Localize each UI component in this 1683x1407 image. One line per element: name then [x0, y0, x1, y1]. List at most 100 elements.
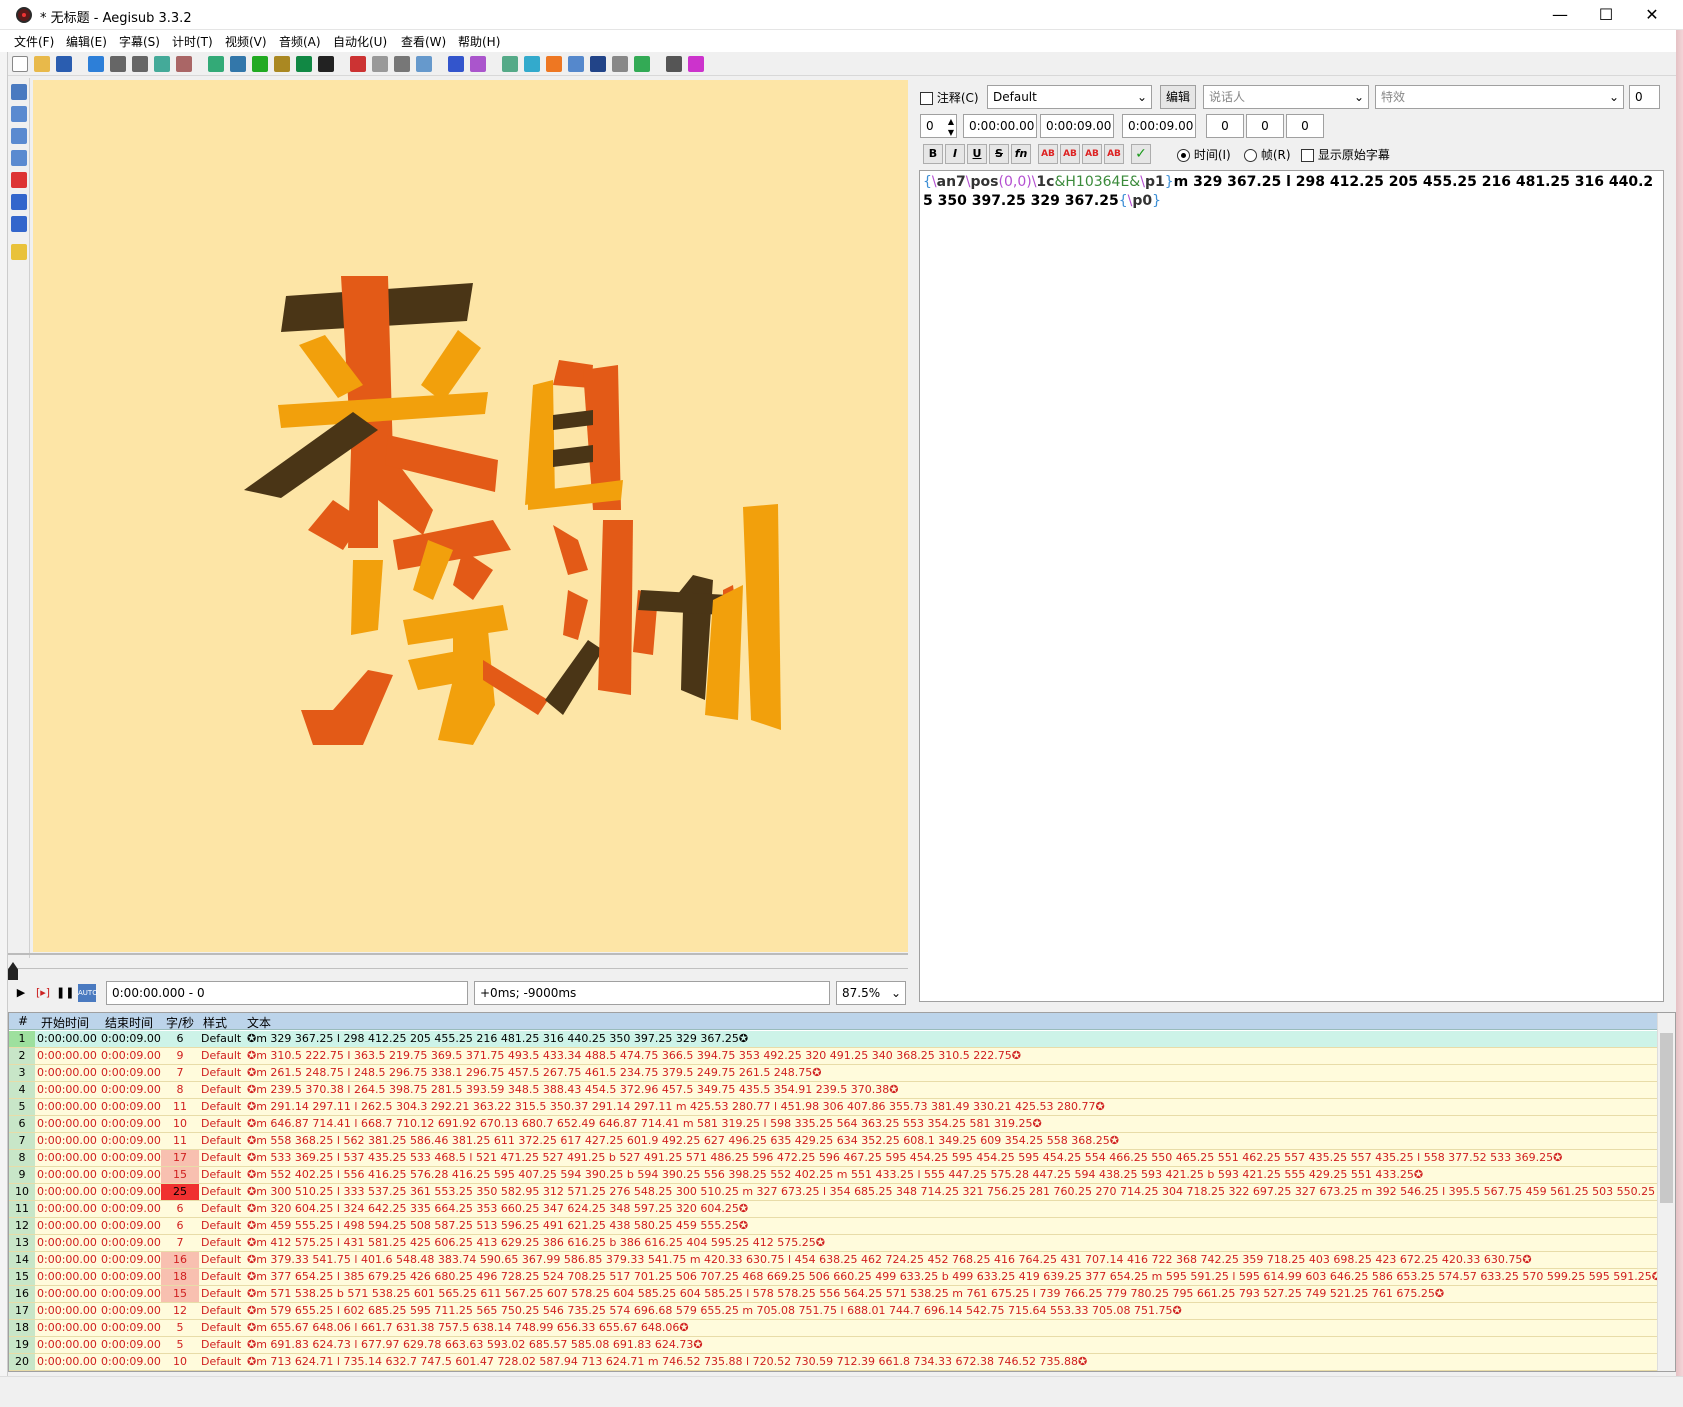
frame-radio[interactable]: 帧(R): [1244, 146, 1291, 163]
video-seek-track[interactable]: [8, 968, 908, 969]
table-row[interactable]: 8 0:00:00.00 0:00:09.00 17 Default ✪m 533 369…: [9, 1150, 1657, 1167]
actor-input[interactable]: 说话人 ⌄: [1203, 85, 1369, 109]
commit-button[interactable]: ✓: [1131, 144, 1151, 164]
video-details-icon[interactable]: [176, 56, 192, 72]
primary-color-button[interactable]: AB: [1038, 144, 1058, 164]
outline-color-button[interactable]: AB: [1082, 144, 1102, 164]
tag-icon[interactable]: [688, 56, 704, 72]
shadow-color-button[interactable]: AB: [1104, 144, 1124, 164]
drag-tool-icon[interactable]: [11, 106, 27, 122]
col-style-header[interactable]: 样式: [203, 1014, 227, 1031]
col-number-header[interactable]: #: [18, 1014, 28, 1028]
translation-icon[interactable]: [318, 56, 334, 72]
check-icon[interactable]: [634, 56, 650, 72]
find-icon[interactable]: [372, 56, 388, 72]
open-file-icon[interactable]: [34, 56, 50, 72]
effect-input[interactable]: 特效 ⌄: [1375, 85, 1624, 109]
video-snapshot-icon[interactable]: [154, 56, 170, 72]
zoom-out-icon[interactable]: [132, 56, 148, 72]
new-file-icon[interactable]: [12, 56, 28, 72]
menu-file[interactable]: 文件(F): [14, 33, 54, 50]
subtitle-grid[interactable]: # 开始时间 结束时间 字/秒 样式 文本 1 0:00:00.00 0:00:09…: [8, 1012, 1676, 1372]
maximize-button[interactable]: ☐: [1583, 0, 1629, 30]
menu-audio[interactable]: 音频(A): [279, 33, 321, 50]
rotate-z-icon[interactable]: [11, 128, 27, 144]
comment-checkbox[interactable]: 注释(C): [920, 89, 979, 106]
properties-icon[interactable]: [230, 56, 246, 72]
strikeout-button[interactable]: S: [989, 144, 1009, 164]
col-start-header[interactable]: 开始时间: [41, 1014, 89, 1031]
table-row[interactable]: 20 0:00:00.00 0:00:09.00 10 Default ✪m 713 62…: [9, 1354, 1657, 1371]
frame-radio-dot[interactable]: [1244, 149, 1257, 162]
table-row[interactable]: 18 0:00:00.00 0:00:09.00 5 Default ✪m 655.67 …: [9, 1320, 1657, 1337]
hammer-icon[interactable]: [666, 56, 682, 72]
zoom-in-icon[interactable]: [110, 56, 126, 72]
menu-edit[interactable]: 编辑(E): [66, 33, 107, 50]
table-row[interactable]: 11 0:00:00.00 0:00:09.00 6 Default ✪m 320 604…: [9, 1201, 1657, 1218]
minimize-button[interactable]: —: [1537, 0, 1583, 30]
grid-scrollbar-thumb[interactable]: [1660, 1033, 1673, 1203]
table-row[interactable]: 14 0:00:00.00 0:00:09.00 16 Default ✪m 379.33…: [9, 1252, 1657, 1269]
grid-scrollbar[interactable]: [1657, 1013, 1675, 1371]
spin-down-icon[interactable]: ▼: [948, 122, 954, 137]
pause-icon[interactable]: ❚❚: [56, 984, 74, 1002]
table-row[interactable]: 15 0:00:00.00 0:00:09.00 18 Default ✪m 377 65…: [9, 1269, 1657, 1286]
resample-icon[interactable]: [296, 56, 312, 72]
table-row[interactable]: 7 0:00:00.00 0:00:09.00 11 Default ✪m 558 368…: [9, 1133, 1657, 1150]
menu-subtitle[interactable]: 字幕(S): [119, 33, 160, 50]
shift-times-icon[interactable]: [416, 56, 432, 72]
play-icon[interactable]: ▶: [12, 984, 30, 1002]
style-select[interactable]: Default ⌄: [987, 85, 1152, 109]
bold-button[interactable]: B: [923, 144, 943, 164]
show-original-box[interactable]: [1301, 149, 1314, 162]
end-time-input[interactable]: 0:00:09.00: [1040, 114, 1114, 138]
margin-right-input[interactable]: 0: [1246, 114, 1284, 138]
secondary-color-button[interactable]: AB: [1060, 144, 1080, 164]
options-icon[interactable]: [612, 56, 628, 72]
save-file-icon[interactable]: [56, 56, 72, 72]
standard-tool-icon[interactable]: [11, 84, 27, 100]
spellcheck-icon[interactable]: [350, 56, 366, 72]
italic-button[interactable]: I: [945, 144, 965, 164]
menu-help[interactable]: 帮助(H): [458, 33, 500, 50]
automation-icon[interactable]: [448, 56, 464, 72]
table-row[interactable]: 2 0:00:00.00 0:00:09.00 9 Default ✪m 310.5 22…: [9, 1048, 1657, 1065]
video-seek-handle[interactable]: [8, 962, 18, 980]
jump-to-icon[interactable]: [88, 56, 104, 72]
scale-tool-icon[interactable]: [11, 172, 27, 188]
font-button[interactable]: fn: [1011, 144, 1031, 164]
video-display[interactable]: [33, 80, 908, 952]
rotate-xy-icon[interactable]: [11, 150, 27, 166]
fonts-collector-icon[interactable]: [274, 56, 290, 72]
menu-timing[interactable]: 计时(T): [172, 33, 213, 50]
underline-button[interactable]: U: [967, 144, 987, 164]
col-end-header[interactable]: 结束时间: [105, 1014, 153, 1031]
replace-icon[interactable]: [394, 56, 410, 72]
table-row[interactable]: 5 0:00:00.00 0:00:09.00 11 Default ✪m 291.14 …: [9, 1099, 1657, 1116]
table-row[interactable]: 9 0:00:00.00 0:00:09.00 15 Default ✪m 552 402…: [9, 1167, 1657, 1184]
select-lines-icon[interactable]: [568, 56, 584, 72]
table-row[interactable]: 6 0:00:00.00 0:00:09.00 10 Default ✪m 646.87 …: [9, 1116, 1657, 1133]
zoom-select[interactable]: 87.5% ⌄: [836, 981, 906, 1005]
duration-input[interactable]: 0:00:09.00: [1122, 114, 1196, 138]
time-radio[interactable]: 时间(I): [1177, 146, 1231, 163]
layer-spinner[interactable]: 0 ▲ ▼: [920, 114, 957, 138]
timing-postprocess-icon[interactable]: [502, 56, 518, 72]
video-time-display[interactable]: 0:00:00.000 - 0: [106, 981, 468, 1005]
start-time-input[interactable]: 0:00:00.00: [963, 114, 1037, 138]
kanji-timer-icon[interactable]: [524, 56, 540, 72]
help-icon[interactable]: [11, 244, 27, 260]
table-row[interactable]: 16 0:00:00.00 0:00:09.00 15 Default ✪m 571 53…: [9, 1286, 1657, 1303]
menu-video[interactable]: 视频(V): [225, 33, 267, 50]
margin-vertical-input[interactable]: 0: [1286, 114, 1324, 138]
clip-rect-icon[interactable]: [11, 194, 27, 210]
table-row[interactable]: 1 0:00:00.00 0:00:09.00 6 Default ✪m 329 367.…: [9, 1031, 1657, 1048]
table-row[interactable]: 12 0:00:00.00 0:00:09.00 6 Default ✪m 459 555…: [9, 1218, 1657, 1235]
vector-clip-icon[interactable]: [11, 216, 27, 232]
karaoke-icon[interactable]: [546, 56, 562, 72]
table-row[interactable]: 19 0:00:00.00 0:00:09.00 5 Default ✪m 691.83 …: [9, 1337, 1657, 1354]
time-radio-dot[interactable]: [1177, 149, 1190, 162]
table-row[interactable]: 13 0:00:00.00 0:00:09.00 7 Default ✪m 412 575…: [9, 1235, 1657, 1252]
autoscroll-icon[interactable]: AUTO: [78, 984, 98, 1002]
close-button[interactable]: ✕: [1629, 0, 1675, 30]
